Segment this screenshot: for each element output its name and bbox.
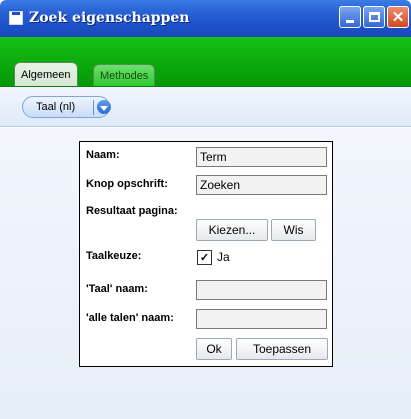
tab-bar: Algemeen Methodes [0,37,411,87]
taalkeuze-option-label: Ja [217,250,230,264]
taal-naam-field[interactable] [196,280,327,300]
minimize-icon [346,19,354,23]
kiezen-button[interactable]: Kiezen... [196,219,268,241]
toolbar: Taal (nl) [0,87,411,127]
tab-algemeen[interactable]: Algemeen [14,62,78,86]
resultaat-pagina-label: Resultaat pagina: [86,205,178,217]
properties-form: Naam: Term Knop opschrift: Zoeken Result… [79,141,333,367]
properties-window: Zoek eigenschappen ✕ Algemeen Methodes T… [0,0,411,419]
ok-button[interactable]: Ok [196,338,232,360]
select-divider [93,100,94,115]
tab-methodes[interactable]: Methodes [93,64,156,86]
check-icon: ✓ [199,252,210,264]
wis-button[interactable]: Wis [271,219,316,241]
close-icon: ✕ [391,8,405,26]
toepassen-button[interactable]: Toepassen [236,338,328,360]
taal-naam-label: 'Taal' naam: [86,283,148,295]
maximize-button[interactable] [363,6,385,28]
maximize-icon [368,12,380,22]
naam-field[interactable]: Term [196,147,327,167]
minimize-button[interactable] [339,6,361,28]
title-bar[interactable]: Zoek eigenschappen ✕ [0,0,411,37]
close-button[interactable]: ✕ [387,6,409,28]
taalkeuze-checkbox[interactable]: ✓ [197,250,212,265]
taalkeuze-label: Taalkeuze: [86,250,142,262]
window-title: Zoek eigenschappen [29,10,190,26]
knop-opschrift-field[interactable]: Zoeken [196,175,327,195]
alle-talen-naam-label: 'alle talen' naam: [86,312,174,324]
language-select[interactable]: Taal (nl) [22,96,111,118]
window-icon [9,11,23,25]
language-select-value: Taal (nl) [36,101,76,113]
alle-talen-naam-field[interactable] [196,309,327,329]
knop-opschrift-label: Knop opschrift: [86,178,168,190]
chevron-down-icon[interactable] [97,100,111,114]
naam-label: Naam: [86,149,120,161]
